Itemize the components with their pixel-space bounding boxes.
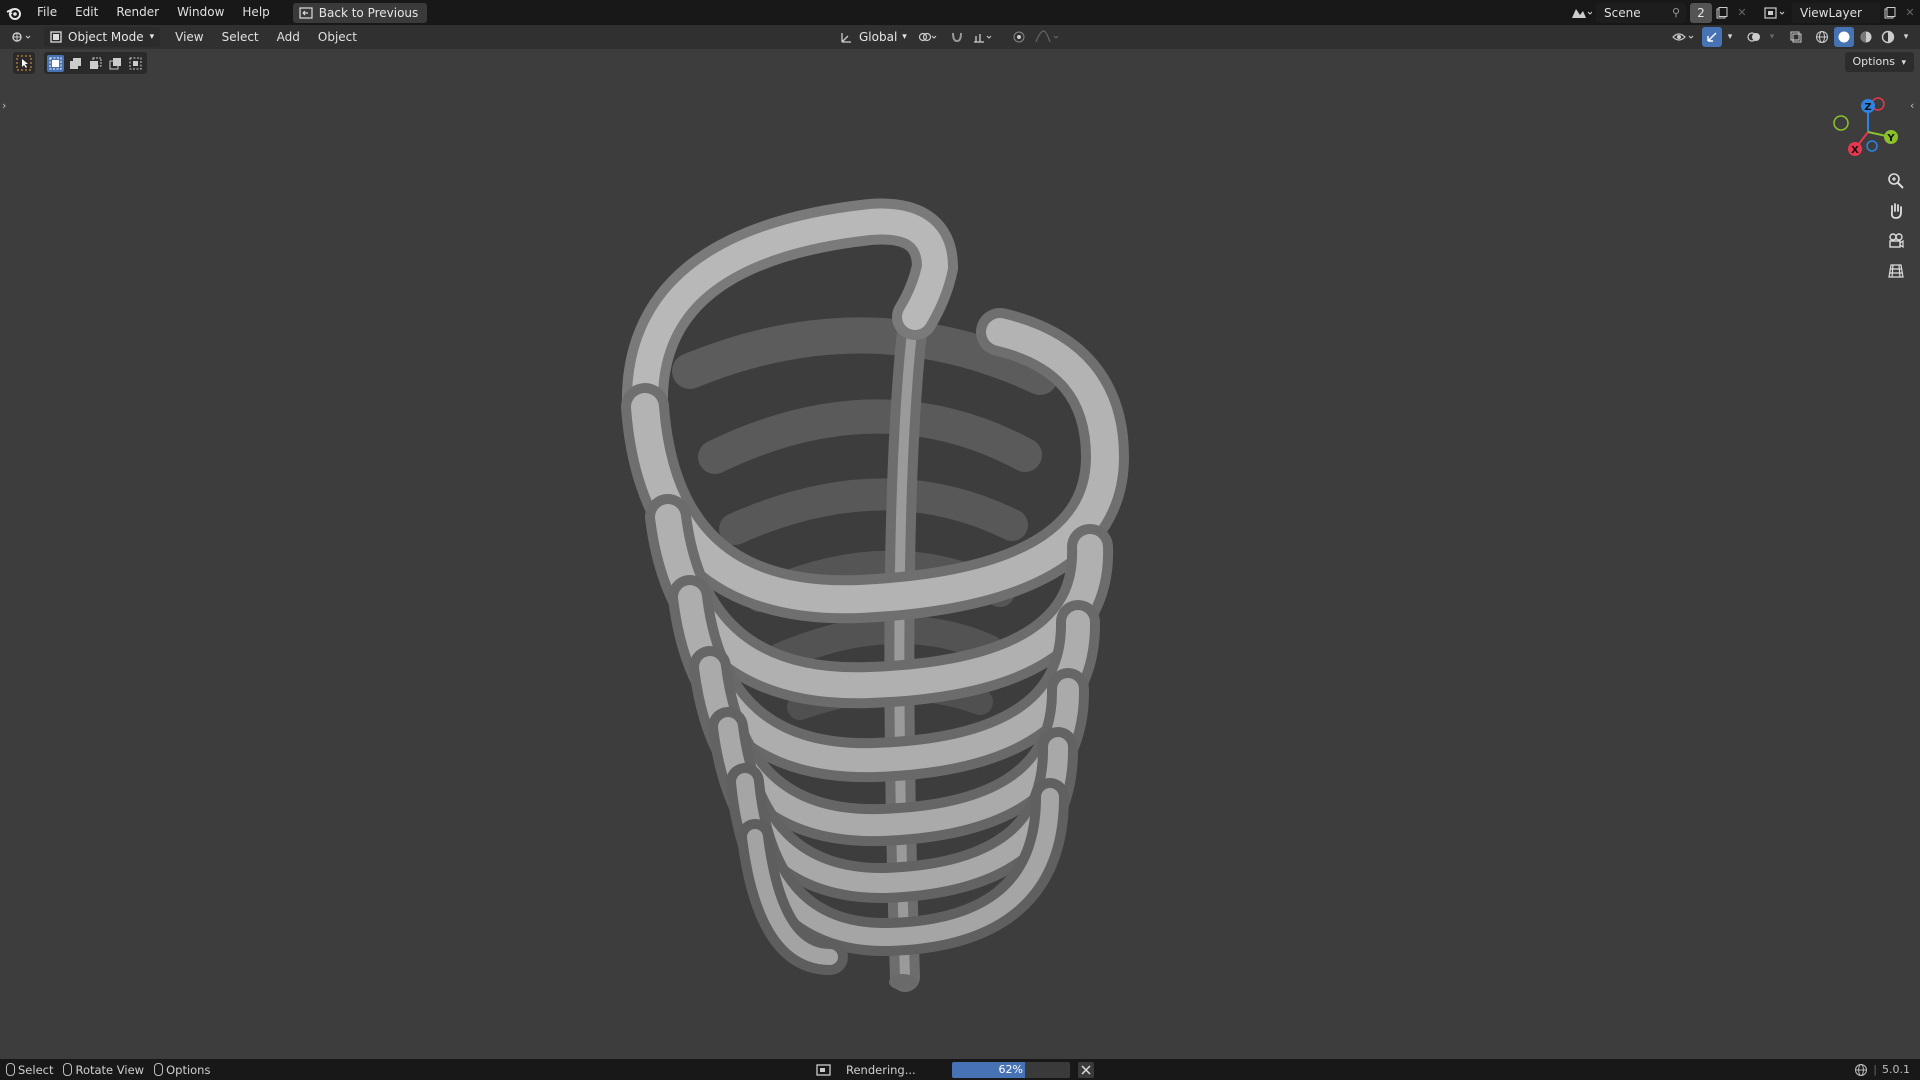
proportional-edit-icon[interactable]	[1009, 27, 1029, 47]
gizmo-neg-z-icon[interactable]	[1866, 140, 1878, 152]
extend-selection-icon[interactable]	[67, 55, 84, 72]
overlays-toggle-icon[interactable]	[1744, 27, 1764, 47]
menu-help[interactable]: Help	[233, 0, 278, 25]
scene-name-field[interactable]: Scene ⚲	[1596, 2, 1686, 23]
set-new-selection-icon[interactable]	[47, 54, 64, 72]
tool-settings-row	[0, 49, 1920, 77]
view-layer-field[interactable]: ViewLayer	[1792, 2, 1880, 23]
mode-label: Object Mode	[68, 30, 144, 44]
view-layer-selector-icon[interactable]	[1760, 3, 1790, 23]
selection-mode-group	[44, 52, 147, 74]
blender-logo-icon[interactable]	[0, 0, 28, 25]
object-mode-select[interactable]: Object Mode ▾	[44, 27, 161, 47]
chevron-down-icon: ▾	[902, 32, 907, 42]
menu-file[interactable]: File	[28, 0, 66, 25]
snap-target-icon[interactable]	[971, 27, 997, 47]
pivot-point-icon[interactable]	[915, 27, 943, 47]
material-shading-icon[interactable]	[1856, 27, 1876, 47]
gizmo-neg-y-icon[interactable]	[1833, 115, 1849, 131]
back-screen-icon	[299, 6, 313, 19]
hint-select: Select	[6, 1063, 53, 1077]
snap-toggle-icon[interactable]	[947, 27, 967, 47]
cancel-render-button[interactable]	[1077, 1061, 1094, 1078]
render-window-icon[interactable]	[816, 1063, 832, 1077]
version-label: 5.0.1	[1882, 1063, 1910, 1076]
pan-view-hand-icon[interactable]	[1884, 199, 1908, 223]
mouse-left-icon	[6, 1063, 15, 1076]
helix-spring-mesh[interactable]	[0, 77, 1920, 1059]
menu-add[interactable]: Add	[268, 30, 309, 44]
select-tool-icon[interactable]	[13, 52, 35, 74]
options-label: Options	[1852, 55, 1895, 68]
falloff-curve-icon[interactable]	[1033, 27, 1063, 47]
hint-rotate-view: Rotate View	[63, 1063, 144, 1077]
hint-select-label: Select	[18, 1062, 54, 1077]
gizmo-toggle-icon[interactable]	[1702, 27, 1722, 47]
xray-toggle-icon[interactable]	[1786, 27, 1806, 47]
new-view-layer-icon[interactable]	[1880, 3, 1900, 23]
orientation-axes-icon	[841, 33, 851, 43]
new-scene-icon[interactable]	[1712, 3, 1732, 23]
render-status-label: Rendering...	[846, 1062, 916, 1077]
navigation-gizmo[interactable]: Z Y X	[1825, 92, 1905, 172]
progress-percent: 62%	[998, 1062, 1023, 1076]
intersect-selection-icon[interactable]	[127, 55, 144, 72]
subtract-selection-icon[interactable]	[87, 55, 104, 72]
scene-users-count[interactable]: 2	[1690, 2, 1712, 23]
close-icon	[1081, 1064, 1091, 1075]
chevron-down-icon[interactable]: ▾	[1900, 27, 1912, 47]
top-menu-bar: File Edit Render Window Help Back to Pre…	[0, 0, 1920, 25]
viewport-header: Object Mode ▾ View Select Add Object Glo…	[0, 25, 1920, 49]
back-button-label: Back to Previous	[318, 5, 419, 20]
zoom-view-icon[interactable]	[1884, 169, 1908, 193]
menu-render[interactable]: Render	[107, 0, 168, 25]
camera-view-icon[interactable]	[1884, 229, 1908, 253]
visibility-eye-icon[interactable]	[1670, 27, 1700, 47]
chevron-down-icon[interactable]: ▾	[1724, 27, 1736, 47]
solid-shading-icon[interactable]	[1834, 27, 1854, 47]
hint-options-label: Options	[166, 1062, 211, 1077]
transform-orientation-select[interactable]: Global ▾	[836, 27, 911, 47]
wireframe-shading-icon[interactable]	[1812, 27, 1832, 47]
back-to-previous-button[interactable]: Back to Previous	[292, 2, 428, 23]
render-progress-bar: 62%	[951, 1061, 1070, 1078]
hint-options: Options	[154, 1063, 210, 1077]
delete-scene-icon[interactable]: ✕	[1732, 3, 1752, 23]
menu-window[interactable]: Window	[168, 0, 233, 25]
delete-view-layer-icon[interactable]: ✕	[1900, 3, 1920, 23]
render-progress-area: Rendering... 62%	[816, 1059, 1094, 1080]
gizmo-z-label: Z	[1864, 102, 1871, 113]
menu-select[interactable]: Select	[213, 30, 268, 44]
status-bar: Select Rotate View Options Rendering... …	[0, 1059, 1920, 1080]
options-dropdown[interactable]: Options ▾	[1844, 52, 1914, 72]
menu-edit[interactable]: Edit	[66, 0, 107, 25]
menu-object[interactable]: Object	[309, 30, 366, 44]
hint-rotate-label: Rotate View	[75, 1062, 145, 1077]
editor-type-icon[interactable]	[6, 27, 40, 47]
chevron-down-icon[interactable]: ▾	[1766, 27, 1778, 47]
scene-name: Scene	[1604, 5, 1641, 20]
rendered-shading-icon[interactable]	[1878, 27, 1898, 47]
pin-icon[interactable]: ⚲	[1672, 3, 1680, 23]
network-globe-icon	[1855, 1063, 1868, 1076]
mouse-right-icon	[154, 1063, 164, 1076]
gizmo-x-label: X	[1851, 145, 1859, 156]
orientation-label: Global	[859, 30, 898, 44]
3d-viewport[interactable]: › ‹ Z Y X	[0, 77, 1920, 1059]
mouse-middle-icon	[63, 1063, 73, 1076]
object-mode-icon	[50, 31, 62, 43]
gizmo-y-label: Y	[1886, 133, 1895, 144]
invert-selection-icon[interactable]	[107, 55, 124, 72]
menu-view[interactable]: View	[166, 30, 212, 44]
version-info: | 5.0.1	[1854, 1059, 1910, 1080]
ortho-grid-icon[interactable]	[1884, 259, 1908, 283]
scene-selector-icon[interactable]	[1566, 3, 1596, 23]
chevron-down-icon: ▾	[1901, 58, 1906, 68]
view-layer-name: ViewLayer	[1800, 5, 1862, 20]
chevron-down-icon: ▾	[149, 32, 155, 42]
